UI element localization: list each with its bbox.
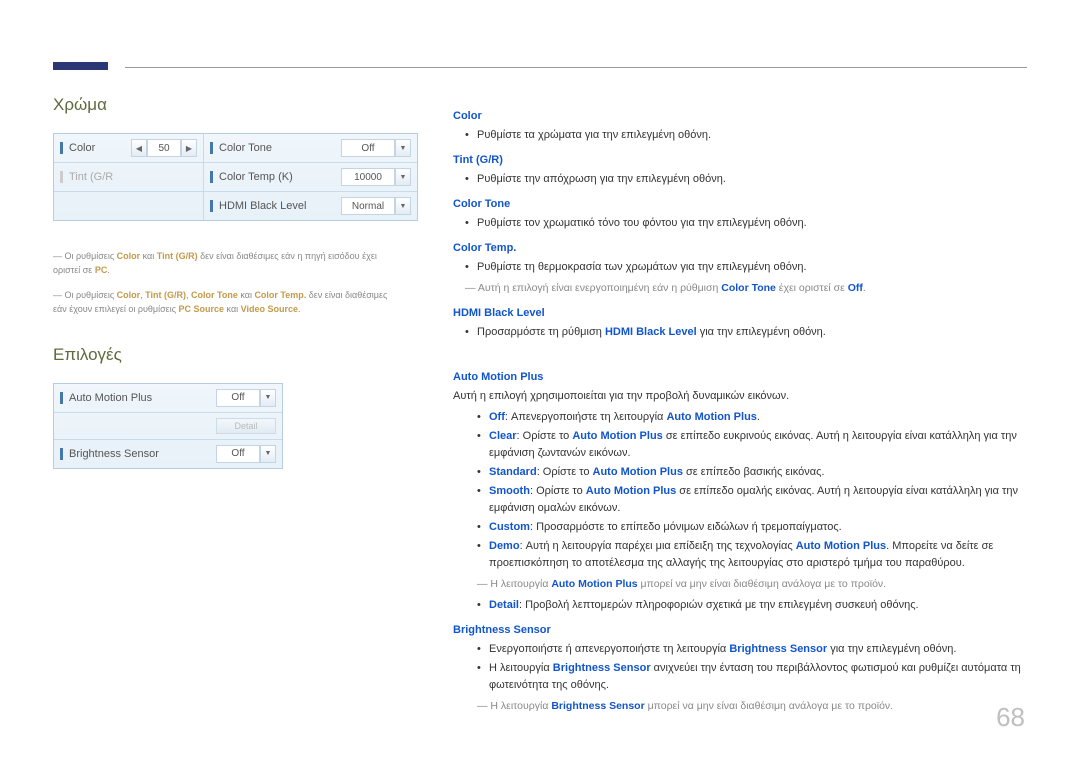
panel-cell-color: Color ◀ 50 ▶ — [54, 134, 204, 163]
indicator-bar — [60, 171, 63, 183]
bs-line1: Ενεργοποιήστε ή απενεργοποιήστε τη λειτο… — [477, 641, 1028, 658]
indicator-bar — [60, 142, 63, 154]
header-accent-bar — [53, 62, 108, 70]
amp-clear: Clear: Ορίστε το Auto Motion Plus σε επί… — [477, 428, 1028, 462]
amp-custom: Custom: Προσαρμόστε το επίπεδο μόνιμων ε… — [477, 519, 1028, 536]
panel-cell-hdmi: HDMI Black Level Normal ▼ — [204, 192, 417, 220]
note-amp: ― Η λειτουργία Auto Motion Plus μπορεί ν… — [453, 576, 1028, 592]
panel-cell-colortone: Color Tone Off ▼ — [204, 134, 417, 163]
label-colortone: Color Tone — [219, 142, 272, 154]
footnotes: ― Οι ρυθμίσεις Color και Tint (G/R) δεν … — [53, 249, 418, 317]
footnote-1: ― Οι ρυθμίσεις Color και Tint (G/R) δεν … — [53, 249, 398, 278]
amp-value[interactable]: Off — [216, 389, 260, 407]
indicator-bar — [210, 142, 213, 154]
heading-colortone: Color Tone — [453, 196, 1028, 213]
heading-amp: Auto Motion Plus — [453, 369, 1028, 386]
label-brightness: Brightness Sensor — [69, 448, 159, 460]
detail-button[interactable]: Detail — [216, 418, 276, 434]
section-title-color: Χρώμα — [53, 95, 418, 115]
colortemp-value[interactable]: 10000 — [341, 168, 395, 186]
section-title-options: Επιλογές — [53, 345, 418, 365]
increment-button[interactable]: ▶ — [181, 139, 197, 157]
heading-colortemp: Color Temp. — [453, 240, 1028, 257]
amp-off: Off: Απενεργοποιήστε τη λειτουργία Auto … — [477, 409, 1028, 426]
heading-bs: Brightness Sensor — [453, 622, 1028, 639]
indicator-bar — [60, 392, 63, 404]
label-tint: Tint (G/R — [69, 171, 113, 183]
color-value[interactable]: 50 — [147, 139, 181, 157]
text-hbl: Προσαρμόστε τη ρύθμιση HDMI Black Level … — [453, 324, 1028, 341]
options-panel: Auto Motion Plus Off ▼ Detail Brightness… — [53, 383, 283, 469]
amp-detail: Detail: Προβολή λεπτομερών πληροφοριών σ… — [477, 597, 1028, 614]
label-colortemp: Color Temp (K) — [219, 171, 293, 183]
left-column: Χρώμα Color ◀ 50 ▶ Color Tone Off ▼ — [53, 95, 418, 469]
text-color: Ρυθμίστε τα χρώματα για την επιλεγμένη ο… — [453, 127, 1028, 144]
dropdown-icon[interactable]: ▼ — [395, 168, 411, 186]
right-column: Color Ρυθμίστε τα χρώματα για την επιλεγ… — [453, 100, 1028, 718]
indicator-bar — [210, 171, 213, 183]
label-hdmi: HDMI Black Level — [219, 200, 306, 212]
amp-demo: Demo: Αυτή η λειτουργία παρέχει μια επίδ… — [477, 538, 1028, 572]
label-color: Color — [69, 142, 95, 154]
panel-cell-tint: Tint (G/R — [54, 163, 204, 192]
panel-cell-colortemp: Color Temp (K) 10000 ▼ — [204, 163, 417, 192]
heading-color: Color — [453, 108, 1028, 125]
heading-tint: Tint (G/R) — [453, 152, 1028, 169]
heading-hbl: HDMI Black Level — [453, 305, 1028, 322]
footnote-2: ― Οι ρυθμίσεις Color, Tint (G/R), Color … — [53, 288, 398, 317]
panel-cell-brightness: Brightness Sensor Off ▼ — [54, 440, 282, 468]
color-panel: Color ◀ 50 ▶ Color Tone Off ▼ Tint (G/R — [53, 133, 418, 221]
page-number: 68 — [996, 702, 1025, 733]
indicator-bar — [60, 448, 63, 460]
amp-standard: Standard: Ορίστε το Auto Motion Plus σε … — [477, 464, 1028, 481]
dropdown-icon[interactable]: ▼ — [395, 197, 411, 215]
amp-smooth: Smooth: Ορίστε το Auto Motion Plus σε επ… — [477, 483, 1028, 517]
dropdown-icon[interactable]: ▼ — [260, 445, 276, 463]
panel-cell-amp: Auto Motion Plus Off ▼ — [54, 384, 282, 413]
dropdown-icon[interactable]: ▼ — [395, 139, 411, 157]
text-amp-intro: Αυτή η επιλογή χρησιμοποιείται για την π… — [453, 388, 1028, 405]
header-divider — [125, 67, 1027, 68]
dropdown-icon[interactable]: ▼ — [260, 389, 276, 407]
text-colortemp: Ρυθμίστε τη θερμοκρασία των χρωμάτων για… — [453, 259, 1028, 276]
indicator-bar — [210, 200, 213, 212]
panel-cell-empty — [54, 192, 204, 220]
brightness-value[interactable]: Off — [216, 445, 260, 463]
label-amp: Auto Motion Plus — [69, 392, 152, 404]
decrement-button[interactable]: ◀ — [131, 139, 147, 157]
colortone-value[interactable]: Off — [341, 139, 395, 157]
note-bs: ― Η λειτουργία Brightness Sensor μπορεί … — [453, 698, 1028, 714]
text-tint: Ρυθμίστε την απόχρωση για την επιλεγμένη… — [453, 171, 1028, 188]
hdmi-value[interactable]: Normal — [341, 197, 395, 215]
text-colortone: Ρυθμίστε τον χρωματικό τόνο του φόντου γ… — [453, 215, 1028, 232]
bs-line2: Η λειτουργία Brightness Sensor ανιχνεύει… — [477, 660, 1028, 694]
panel-cell-detail: Detail — [54, 413, 282, 440]
note-colortemp: ― Αυτή η επιλογή είναι ενεργοποιημένη εά… — [453, 280, 1028, 296]
